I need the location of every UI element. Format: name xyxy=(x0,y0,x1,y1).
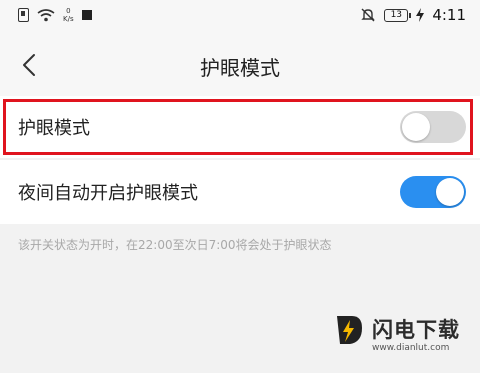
eye-mode-label: 护眼模式 xyxy=(18,118,90,139)
sim-card-icon xyxy=(18,8,29,22)
wifi-icon xyxy=(37,9,55,22)
network-speed: 0 K/s xyxy=(63,7,74,23)
speed-unit: K/s xyxy=(63,15,74,23)
battery-icon: 13 xyxy=(384,8,412,22)
watermark-url: www.dianlut.com xyxy=(372,343,450,353)
battery-level: 13 xyxy=(390,9,403,20)
status-bar: 0 K/s 13 4:11 xyxy=(0,0,480,34)
night-auto-toggle[interactable] xyxy=(400,176,466,208)
eye-mode-toggle[interactable] xyxy=(400,111,466,143)
mute-bell-icon xyxy=(361,8,376,22)
watermark: 闪电下载 www.dianlut.com xyxy=(330,310,480,360)
speed-value: 0 xyxy=(66,7,71,15)
watermark-brand: 闪电下载 xyxy=(372,318,460,342)
header: 护眼模式 xyxy=(0,34,480,96)
night-auto-label: 夜间自动开启护眼模式 xyxy=(18,183,198,204)
toggle-knob xyxy=(402,113,430,141)
toggle-knob xyxy=(436,178,464,206)
status-left: 0 K/s xyxy=(18,7,92,23)
lightning-logo-icon xyxy=(337,316,362,344)
charging-icon xyxy=(416,8,425,22)
page-title: 护眼模式 xyxy=(200,56,280,80)
setting-hint: 该开关状态为开时，在22:00至次日7:00将会处于护眼状态 xyxy=(18,238,332,252)
status-time: 4:11 xyxy=(432,6,466,24)
setting-row-night-auto: 夜间自动开启护眼模式 xyxy=(0,160,480,224)
notification-square-icon xyxy=(81,10,92,20)
setting-row-eye-mode: 护眼模式 xyxy=(0,96,480,158)
status-right: 13 4:11 xyxy=(360,6,466,24)
